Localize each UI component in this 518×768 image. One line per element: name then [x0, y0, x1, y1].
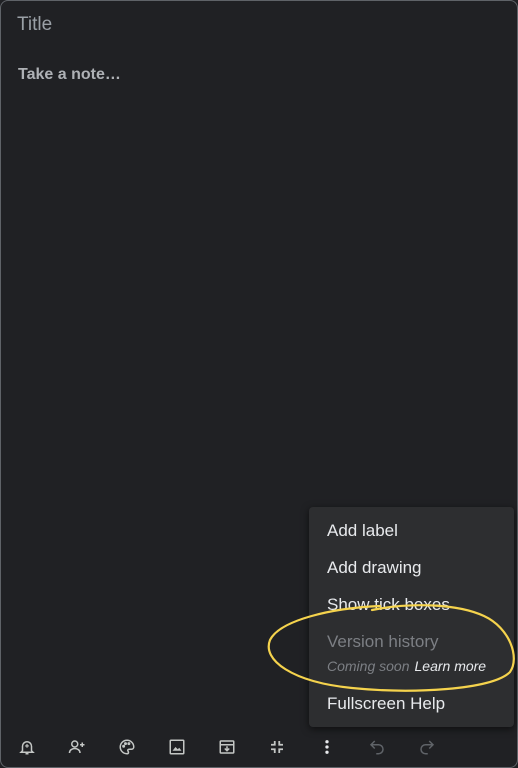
menu-item-fullscreen-help[interactable]: Fullscreen Help: [327, 694, 445, 714]
more-options-menu: Add label Add drawing Show tick boxes Ve…: [309, 507, 514, 727]
exit-fullscreen-icon[interactable]: [266, 736, 288, 758]
palette-icon[interactable]: [116, 736, 138, 758]
undo-icon[interactable]: [366, 736, 388, 758]
redo-icon[interactable]: [416, 736, 438, 758]
note-toolbar: [1, 729, 517, 765]
collaborator-icon[interactable]: [66, 736, 88, 758]
archive-icon[interactable]: [216, 736, 238, 758]
version-history-status: Coming soon Learn more: [327, 658, 486, 674]
remind-me-icon[interactable]: [16, 736, 38, 758]
learn-more-link[interactable]: Learn more: [415, 658, 487, 674]
menu-item-show-tick-boxes[interactable]: Show tick boxes: [327, 595, 450, 615]
note-body-input[interactable]: Take a note…: [18, 66, 121, 84]
note-title-input[interactable]: Title: [17, 14, 52, 36]
image-icon[interactable]: [166, 736, 188, 758]
more-icon[interactable]: [316, 736, 338, 758]
menu-item-add-label[interactable]: Add label: [327, 521, 398, 541]
coming-soon-label: Coming soon: [327, 658, 410, 674]
menu-item-add-drawing[interactable]: Add drawing: [327, 558, 422, 578]
menu-item-version-history: Version history: [327, 632, 439, 651]
